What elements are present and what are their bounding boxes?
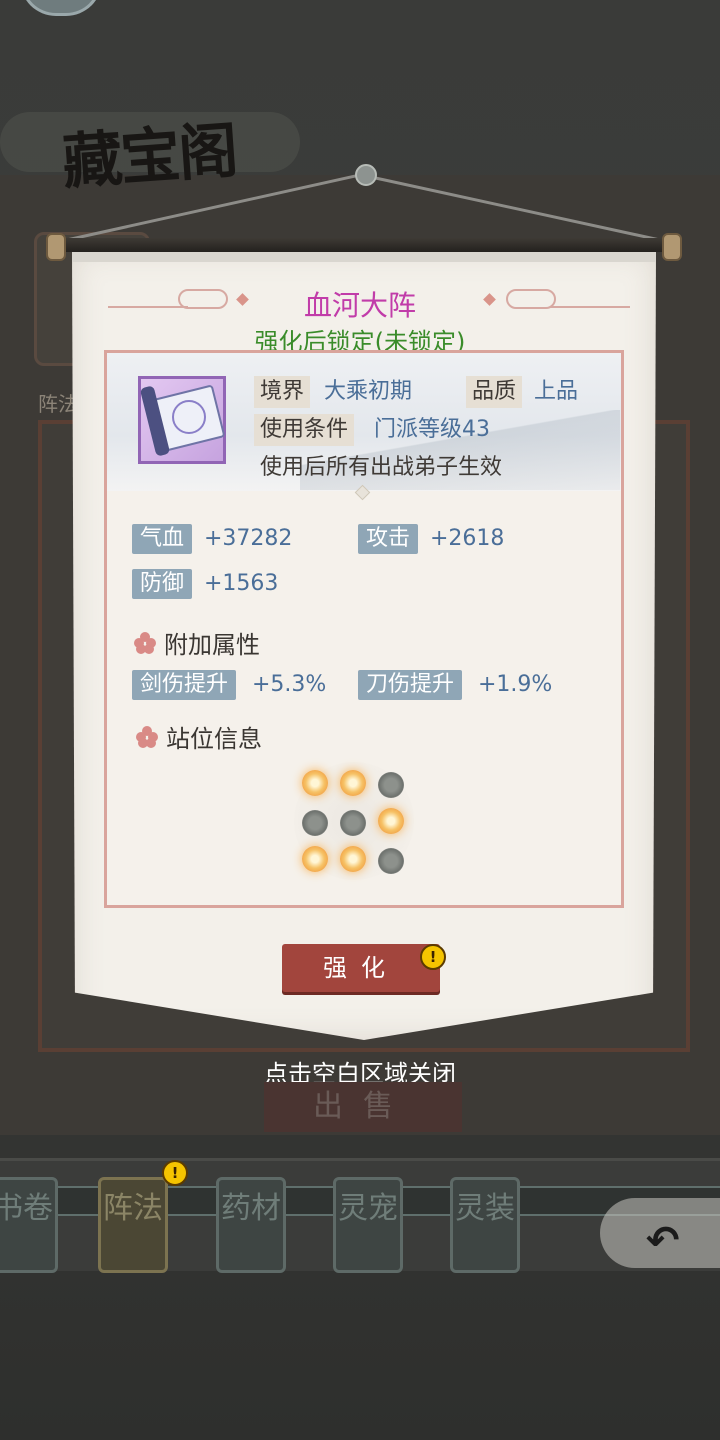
formation-slot-active bbox=[302, 846, 328, 872]
stat-value-hp: +37282 bbox=[204, 526, 293, 551]
tab-equipment-label: 灵装 bbox=[455, 1191, 515, 1226]
condition-value: 门派等级43 bbox=[374, 417, 490, 442]
realm-value: 大乘初期 bbox=[324, 379, 413, 404]
tab-formations[interactable]: 阵法 bbox=[98, 1177, 168, 1273]
formation-slot-active bbox=[340, 770, 366, 796]
tab-equipment[interactable]: 灵装 bbox=[450, 1177, 520, 1273]
quality-value: 上品 bbox=[534, 379, 579, 404]
flower-icon bbox=[136, 726, 158, 748]
sell-button[interactable]: 出售 bbox=[264, 1082, 462, 1132]
rod-knob-right bbox=[662, 233, 682, 261]
stat-label-defense: 防御 bbox=[132, 569, 193, 599]
stat-label-hp: 气血 bbox=[132, 524, 193, 554]
tab-pets[interactable]: 灵宠 bbox=[333, 1177, 403, 1273]
item-name: 血河大阵 bbox=[303, 289, 416, 322]
extra-label-sword: 剑伤提升 bbox=[132, 670, 237, 700]
tab-herbs-label: 药材 bbox=[221, 1191, 281, 1226]
formation-slot-active bbox=[340, 846, 366, 872]
quality-label: 品质 bbox=[466, 376, 523, 408]
position-info-title: 站位信息 bbox=[166, 725, 262, 753]
stat-label-attack: 攻击 bbox=[358, 524, 419, 554]
formation-slot-empty bbox=[340, 810, 366, 836]
formation-slot-empty bbox=[378, 772, 404, 798]
stat-value-defense: +1563 bbox=[204, 571, 279, 596]
scroll-icon-seal bbox=[172, 400, 206, 434]
extra-label-blade: 刀伤提升 bbox=[358, 670, 463, 700]
realm-label: 境界 bbox=[254, 376, 311, 408]
formation-slot-active bbox=[378, 808, 404, 834]
formation-slot-active bbox=[302, 770, 328, 796]
extra-value-sword: +5.3% bbox=[252, 672, 327, 697]
tab-alert-badge-icon: ! bbox=[162, 1160, 188, 1186]
extra-attributes-title: 附加属性 bbox=[164, 631, 260, 659]
flower-icon bbox=[134, 632, 156, 654]
condition-label: 使用条件 bbox=[254, 414, 355, 446]
tab-herbs[interactable]: 药材 bbox=[216, 1177, 286, 1273]
extra-value-blade: +1.9% bbox=[478, 672, 553, 697]
formation-slot-empty bbox=[302, 810, 328, 836]
tab-formations-label: 阵法 bbox=[103, 1191, 163, 1226]
tab-pets-label: 灵宠 bbox=[338, 1191, 398, 1226]
stat-value-attack: +2618 bbox=[430, 526, 505, 551]
alert-badge-icon: ! bbox=[420, 944, 446, 970]
background-section-label: 阵法 bbox=[38, 392, 78, 416]
scroll-rod bbox=[46, 233, 682, 261]
effect-text: 使用后所有出战弟子生效 bbox=[260, 455, 503, 480]
tab-scrolls[interactable]: 书卷 bbox=[0, 1177, 58, 1273]
tab-scrolls-label: 书卷 bbox=[0, 1191, 53, 1226]
rod-knob-left bbox=[46, 233, 66, 261]
enhance-button[interactable]: 强化 bbox=[282, 944, 440, 992]
back-arrow-icon: ↶ bbox=[646, 1218, 680, 1264]
hanging-nail bbox=[355, 164, 377, 186]
formation-slot-empty bbox=[378, 848, 404, 874]
page-title: 藏宝阁 bbox=[60, 116, 239, 198]
